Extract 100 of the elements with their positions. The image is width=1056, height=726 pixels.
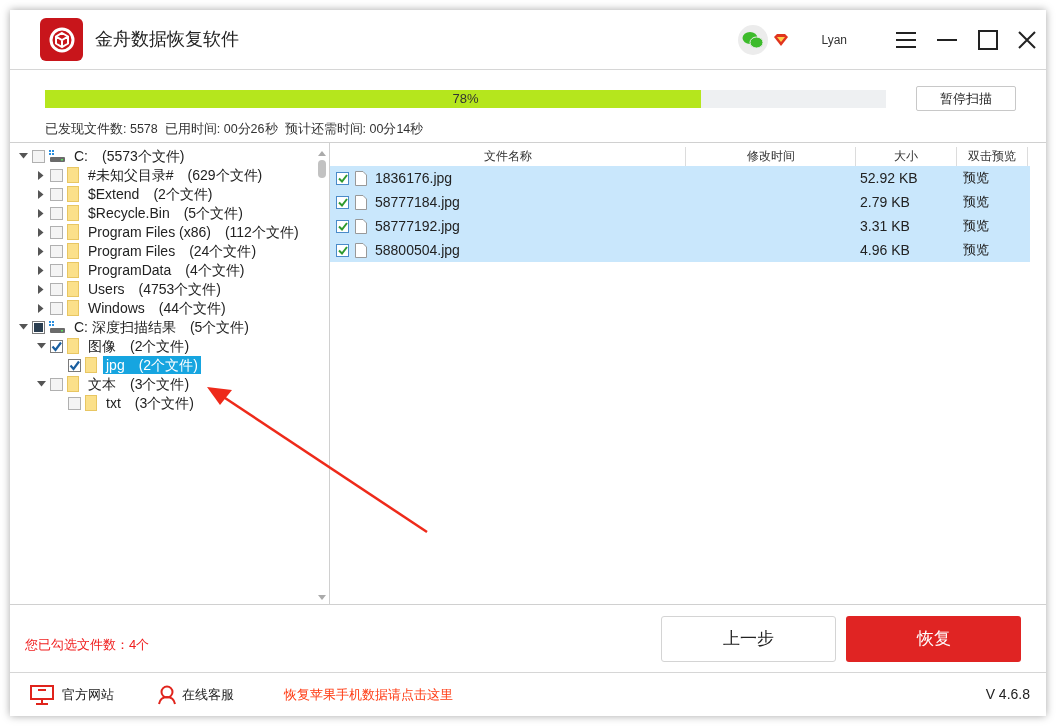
scan-stat: 已发现文件数: 5578 bbox=[45, 121, 158, 138]
website-link[interactable]: 官方网站 bbox=[62, 684, 114, 705]
folder-icon bbox=[67, 262, 79, 278]
file-row[interactable]: 58777192.jpg 3.31 KB 预览 bbox=[330, 214, 1030, 238]
file-size: 52.92 KB bbox=[859, 168, 919, 188]
checkbox[interactable] bbox=[50, 282, 63, 296]
preview-link[interactable]: 预览 bbox=[957, 192, 1028, 212]
monitor-icon[interactable] bbox=[30, 684, 54, 705]
file-row[interactable]: 58777184.jpg 2.79 KB 预览 bbox=[330, 190, 1030, 214]
drive-icon bbox=[49, 150, 65, 162]
progress-percent: 78% bbox=[451, 89, 480, 108]
file-row[interactable]: 58800504.jpg 4.96 KB 预览 bbox=[330, 238, 1030, 262]
checkbox[interactable] bbox=[50, 244, 63, 258]
expand-arrow-icon[interactable] bbox=[38, 227, 44, 237]
collapse-arrow-icon[interactable] bbox=[36, 381, 46, 387]
expand-arrow-icon[interactable] bbox=[38, 208, 44, 218]
tree-item[interactable]: Windows (44个文件) bbox=[85, 299, 229, 317]
file-icon bbox=[355, 194, 367, 210]
recover-button[interactable]: 恢复 bbox=[846, 615, 1021, 662]
tree-item[interactable]: 文本 (3个文件) bbox=[85, 375, 193, 393]
expand-arrow-icon[interactable] bbox=[38, 170, 44, 180]
file-name: 58777184.jpg bbox=[375, 192, 460, 212]
checkbox[interactable] bbox=[68, 396, 81, 410]
scroll-thumb[interactable] bbox=[318, 160, 326, 178]
tree-item[interactable]: Users (4753个文件) bbox=[85, 280, 225, 298]
folder-icon bbox=[67, 186, 79, 202]
checkbox[interactable] bbox=[50, 301, 63, 315]
checkbox[interactable] bbox=[50, 377, 63, 391]
file-name: 58777192.jpg bbox=[375, 216, 460, 236]
tree-item[interactable]: ProgramData (4个文件) bbox=[85, 261, 248, 279]
user-name[interactable]: Lyan bbox=[821, 30, 847, 49]
file-name: 1836176.jpg bbox=[375, 168, 453, 188]
tree-item[interactable]: C: 深度扫描结果 (5个文件) bbox=[71, 318, 252, 336]
preview-link[interactable]: 预览 bbox=[957, 168, 1028, 188]
checkbox[interactable] bbox=[32, 320, 45, 334]
checkbox[interactable] bbox=[50, 206, 63, 220]
back-button[interactable]: 上一步 bbox=[661, 615, 836, 662]
collapse-arrow-icon[interactable] bbox=[36, 343, 46, 349]
folder-icon bbox=[67, 376, 79, 392]
expand-arrow-icon[interactable] bbox=[38, 246, 44, 256]
file-row[interactable]: 1836176.jpg 52.92 KB 预览 bbox=[330, 166, 1030, 190]
app-logo bbox=[40, 18, 83, 61]
tree-item[interactable]: Program Files (24个文件) bbox=[85, 242, 260, 260]
folder-icon bbox=[85, 357, 97, 373]
window-title: 金舟数据恢复软件 bbox=[95, 28, 239, 51]
tree-item[interactable]: txt (3个文件) bbox=[103, 394, 197, 412]
checkbox[interactable] bbox=[32, 149, 45, 163]
wechat-icon[interactable] bbox=[738, 24, 769, 55]
collapse-arrow-icon[interactable] bbox=[18, 153, 28, 159]
preview-link[interactable]: 预览 bbox=[957, 216, 1028, 236]
checkbox[interactable] bbox=[68, 358, 81, 372]
tree-item[interactable]: $Extend (2个文件) bbox=[85, 185, 216, 203]
user-icon[interactable] bbox=[158, 684, 176, 705]
file-name: 58800504.jpg bbox=[375, 240, 460, 260]
checkbox[interactable] bbox=[50, 168, 63, 182]
folder-icon bbox=[67, 338, 79, 354]
folder-icon bbox=[67, 281, 79, 297]
file-size: 2.79 KB bbox=[859, 192, 911, 212]
folder-icon bbox=[67, 300, 79, 316]
version-label: V 4.6.8 bbox=[985, 685, 1030, 704]
expand-arrow-icon[interactable] bbox=[38, 189, 44, 199]
checkbox[interactable] bbox=[336, 243, 349, 257]
scan-stat: 已用时间: 00分26秒 bbox=[164, 121, 278, 138]
file-icon bbox=[355, 242, 367, 258]
checkbox[interactable] bbox=[336, 219, 349, 233]
checkbox[interactable] bbox=[336, 195, 349, 209]
tree-item[interactable]: #未知父目录# (629个文件) bbox=[85, 166, 266, 184]
checkbox[interactable] bbox=[50, 263, 63, 277]
checkbox[interactable] bbox=[336, 171, 349, 185]
expand-arrow-icon[interactable] bbox=[38, 265, 44, 275]
expand-arrow-icon[interactable] bbox=[38, 284, 44, 294]
drive-icon bbox=[49, 321, 65, 333]
tree-item[interactable]: Program Files (x86) (112个文件) bbox=[85, 223, 302, 241]
collapse-arrow-icon[interactable] bbox=[18, 324, 28, 330]
diamond-icon[interactable] bbox=[774, 33, 789, 46]
selected-count: 您已勾选文件数：4个 bbox=[25, 635, 150, 654]
file-size: 3.31 KB bbox=[859, 216, 911, 236]
checkbox[interactable] bbox=[50, 187, 63, 201]
expand-arrow-icon[interactable] bbox=[38, 303, 44, 313]
close-icon[interactable] bbox=[1018, 30, 1036, 49]
folder-icon bbox=[67, 243, 79, 259]
menu-icon[interactable] bbox=[896, 31, 916, 48]
iphone-recovery-link[interactable]: 恢复苹果手机数据请点击这里 bbox=[284, 684, 453, 705]
file-icon bbox=[355, 170, 367, 186]
scan-stat: 预计还需时间: 00分14秒 bbox=[284, 121, 424, 138]
folder-icon bbox=[67, 167, 79, 183]
folder-icon bbox=[85, 395, 97, 411]
tree-item[interactable]: 图像 (2个文件) bbox=[85, 337, 193, 355]
preview-link[interactable]: 预览 bbox=[957, 240, 1028, 260]
maximize-icon[interactable] bbox=[978, 29, 998, 50]
minimize-icon[interactable] bbox=[937, 38, 957, 41]
support-link[interactable]: 在线客服 bbox=[182, 684, 234, 705]
file-icon bbox=[355, 218, 367, 234]
pause-scan-button[interactable]: 暂停扫描 bbox=[916, 86, 1016, 111]
checkbox[interactable] bbox=[50, 225, 63, 239]
tree-item[interactable]: $Recycle.Bin (5个文件) bbox=[85, 204, 246, 222]
folder-icon bbox=[67, 205, 79, 221]
checkbox[interactable] bbox=[50, 339, 63, 353]
tree-item[interactable]: C: (5573个文件) bbox=[71, 147, 188, 165]
folder-icon bbox=[67, 224, 79, 240]
